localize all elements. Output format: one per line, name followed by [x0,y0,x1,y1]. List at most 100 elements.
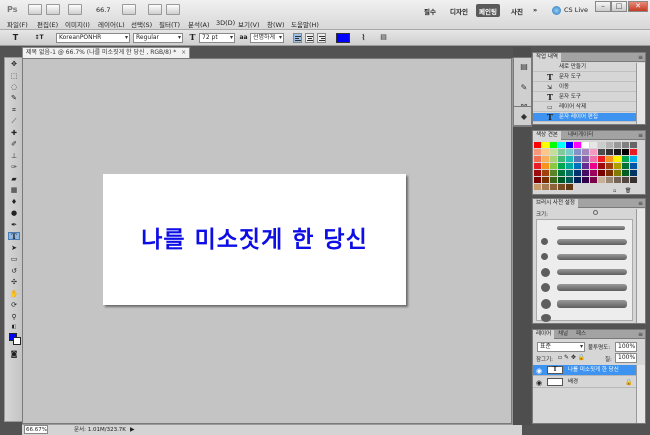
color-swatch[interactable] [550,170,557,176]
color-swatch[interactable] [534,156,541,162]
color-swatch[interactable] [630,170,637,176]
menu-select[interactable]: 선택(S) [131,19,152,29]
minimize-button[interactable]: – [595,1,611,12]
hand-tool-button[interactable] [122,4,136,15]
color-swatch[interactable] [606,149,613,155]
delete-swatch-icon[interactable]: 🗑 [625,188,631,194]
lock-icons[interactable]: ▫ ✎ ✥ 🔒 [558,354,585,361]
3d-rotate-tool-icon[interactable]: ↺ [8,267,20,275]
font-size-select[interactable]: 72 pt [199,33,235,43]
color-swatch[interactable] [582,177,589,183]
color-swatch[interactable] [622,156,629,162]
align-center-button[interactable] [305,33,314,43]
color-swatch[interactable] [614,170,621,176]
color-swatch[interactable] [534,177,541,183]
crop-tool-icon[interactable]: ⌗ [8,106,20,114]
canvas-text-layer[interactable]: 나를 미소짓게 한 당신 [103,220,406,254]
color-swatch[interactable] [598,170,605,176]
shape-tool-icon[interactable]: ▭ [8,255,20,263]
document-tab[interactable]: 제목 없음-1 @ 66.7% (나를 미소짓게 한 당신 , RGB/8) *… [22,47,190,58]
quick-mask-icon[interactable]: ◙ [8,350,20,358]
color-swatch[interactable] [622,149,629,155]
tab-channels[interactable]: 채널 [555,330,571,339]
layers-panel-menu-icon[interactable]: ≡ [638,331,643,338]
brush-preset-dot[interactable] [541,314,551,322]
layer-row-text[interactable]: ◉ T 나를 미소짓게 한 당신 [533,365,637,376]
color-swatch[interactable] [566,163,573,169]
default-colors-icon[interactable]: ◧ [8,323,20,331]
color-swatch[interactable] [534,163,541,169]
clone-stamp-tool-icon[interactable]: ⊥ [8,152,20,160]
status-zoom-field[interactable]: 66.67% [24,425,48,434]
brush-tool-icon[interactable]: ✐ [8,140,20,148]
layer-row-background[interactable]: ◉ 배경 🔒 [533,377,637,388]
menu-edit[interactable]: 편집(E) [37,19,58,29]
workspace-essentials[interactable]: 필수 [421,4,439,17]
zoom-level-menu[interactable]: 66.7 [96,6,110,14]
dock-history-icon[interactable]: ▤ [518,62,530,71]
color-swatch[interactable] [566,184,573,190]
color-swatch[interactable] [622,142,629,148]
color-swatch[interactable] [542,156,549,162]
color-swatch[interactable] [550,149,557,155]
history-row-selected[interactable]: T 문자 레이어 편집 [533,113,637,122]
history-row[interactable]: ▭ 레이어 삭제 [533,103,637,112]
document-canvas[interactable]: 나를 미소짓게 한 당신 [103,174,406,305]
3d-orbit-tool-icon[interactable]: ✣ [8,278,20,286]
view-extras-button[interactable] [68,4,82,15]
brush-preset[interactable] [557,284,627,291]
color-swatch[interactable] [542,163,549,169]
brush-panel-menu-icon[interactable]: ≡ [638,200,643,207]
color-swatch[interactable] [558,142,565,148]
brush-preset-dot[interactable] [541,283,550,292]
menu-file[interactable]: 파일(F) [7,19,28,29]
maximize-button[interactable]: □ [611,1,627,12]
workspace-design[interactable]: 디자인 [447,4,471,17]
brush-size-reset-icon[interactable] [593,210,598,215]
color-swatch[interactable] [582,142,589,148]
bridge-button[interactable] [28,4,42,15]
color-swatch[interactable] [550,177,557,183]
color-swatch[interactable] [574,156,581,162]
color-swatch[interactable] [630,149,637,155]
color-swatch[interactable] [534,142,541,148]
color-swatch[interactable] [630,177,637,183]
opacity-field[interactable]: 100% [615,342,637,352]
color-swatch[interactable] [550,163,557,169]
color-swatch[interactable] [558,184,565,190]
color-swatch[interactable] [566,156,573,162]
color-swatch[interactable] [542,177,549,183]
history-brush-tool-icon[interactable]: ✑ [8,163,20,171]
font-family-select[interactable]: KoreanPONHR [56,33,130,43]
color-swatch[interactable] [598,163,605,169]
pen-tool-icon[interactable]: ✒ [8,221,20,229]
color-swatch[interactable] [590,149,597,155]
healing-brush-tool-icon[interactable]: ✚ [8,129,20,137]
color-swatch[interactable] [598,177,605,183]
tab-history[interactable]: 작업 내역 [533,53,561,62]
brush-preset[interactable] [557,269,627,275]
screen-mode-button[interactable] [166,4,180,15]
arrange-documents-button[interactable] [148,4,162,15]
color-swatch[interactable] [598,156,605,162]
color-swatch[interactable] [582,156,589,162]
color-swatch[interactable] [542,170,549,176]
brush-preset-dot[interactable] [541,268,550,277]
color-swatch[interactable] [590,177,597,183]
color-swatch[interactable] [582,170,589,176]
brush-preset[interactable] [557,226,625,230]
menu-layer[interactable]: 레이어(L) [98,19,125,29]
menu-analysis[interactable]: 분석(A) [188,19,209,29]
document-tab-close-icon[interactable]: × [181,49,186,56]
color-swatch[interactable] [542,142,549,148]
blur-tool-icon[interactable]: ♦ [8,198,20,206]
color-swatch[interactable] [574,142,581,148]
toggle-orientation-icon[interactable]: ↕T [32,32,46,43]
color-swatch[interactable] [582,163,589,169]
eyedropper-tool-icon[interactable]: ⟋ [8,117,20,125]
color-swatch[interactable] [558,163,565,169]
menu-image[interactable]: 이미지(I) [65,19,90,29]
zoom-tool-icon[interactable]: ⚲ [8,313,20,321]
character-panel-icon[interactable]: ▤ [378,32,389,43]
workspace-photo[interactable]: 사진 [508,4,526,17]
